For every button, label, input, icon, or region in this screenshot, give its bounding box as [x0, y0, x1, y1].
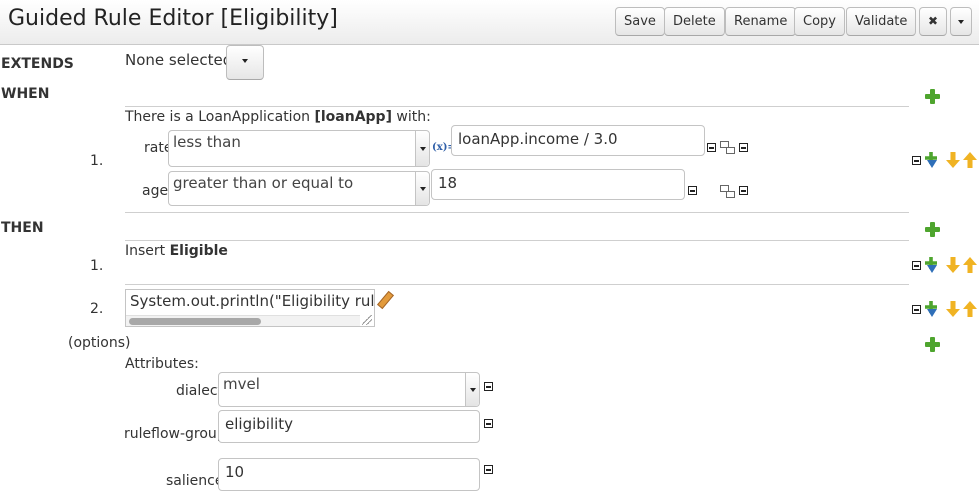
pattern-description: There is a LoanApplication [loanApp] wit… — [125, 109, 431, 125]
age-operator-value: greater than or equal to — [173, 174, 354, 192]
arrow-up-icon[interactable] — [963, 152, 977, 168]
attribute-name-salience: salience — [166, 473, 224, 489]
chevron-down-icon — [415, 131, 429, 166]
pattern-prefix: There is a LoanApplication — [125, 109, 315, 125]
pencil-icon[interactable] — [376, 292, 394, 310]
remove-minus-icon[interactable] — [739, 143, 748, 152]
pattern-binding: [loanApp] — [314, 109, 392, 125]
attribute-name-dialect: dialect — [176, 383, 224, 399]
resize-handle-icon[interactable] — [362, 315, 372, 325]
remove-minus-icon[interactable] — [484, 465, 493, 474]
code-text: System.out.println("Eligibility rule: A — [130, 292, 375, 310]
options-label: (options) — [68, 335, 131, 351]
arrow-down-icon[interactable] — [946, 257, 960, 273]
arrow-up-icon[interactable] — [963, 257, 977, 273]
action-fact: Eligible — [169, 243, 228, 259]
extends-label: EXTENDS — [1, 56, 74, 72]
rate-value-input[interactable]: loanApp.income / 3.0 — [451, 125, 705, 156]
chevron-down-icon — [465, 373, 479, 406]
action-number: 1. — [90, 258, 104, 274]
attributes-label: Attributes: — [125, 356, 199, 372]
save-button[interactable]: Save — [615, 7, 665, 36]
remove-minus-icon[interactable] — [739, 186, 748, 195]
delete-button[interactable]: Delete — [664, 7, 725, 36]
add-attribute-plus-icon[interactable] — [925, 337, 940, 352]
remove-minus-icon[interactable] — [484, 382, 493, 391]
code-textarea[interactable]: System.out.println("Eligibility rule: A — [125, 289, 375, 327]
more-dropdown-button[interactable] — [950, 7, 972, 36]
arrow-down-icon[interactable] — [946, 301, 960, 317]
action-prefix: Insert — [125, 243, 170, 259]
remove-minus-icon[interactable] — [912, 156, 921, 165]
then-label: THEN — [1, 220, 44, 236]
remove-minus-icon[interactable] — [707, 143, 716, 152]
page-title: Guided Rule Editor [Eligibility] — [8, 6, 338, 31]
action-insert: Insert Eligible — [125, 243, 228, 259]
close-icon: ✖ — [927, 14, 939, 28]
salience-input[interactable]: 10 — [218, 458, 480, 491]
arrow-up-icon[interactable] — [963, 301, 977, 317]
insert-icon[interactable] — [923, 152, 939, 168]
caret-down-icon — [958, 19, 964, 24]
remove-minus-icon[interactable] — [484, 419, 493, 428]
dialect-value: mvel — [223, 375, 260, 393]
remove-minus-icon[interactable] — [912, 305, 921, 314]
validate-button[interactable]: Validate — [846, 7, 917, 36]
add-action-plus-icon[interactable] — [925, 222, 940, 237]
extends-dropdown-button[interactable] — [226, 45, 264, 80]
attribute-name-ruleflow-group: ruleflow-group — [124, 426, 226, 442]
pattern-suffix: with: — [391, 109, 431, 125]
dialect-select[interactable]: mvel — [218, 372, 480, 407]
age-operator-select[interactable]: greater than or equal to — [168, 171, 430, 206]
copy-button[interactable]: Copy — [794, 7, 845, 36]
insert-icon[interactable] — [923, 257, 939, 273]
horizontal-scrollbar[interactable] — [126, 315, 360, 326]
rename-button[interactable]: Rename — [725, 7, 797, 36]
close-button[interactable]: ✖ — [919, 7, 947, 36]
extends-value: None selected — [125, 51, 233, 69]
scrollbar-thumb[interactable] — [129, 318, 261, 325]
rate-operator-select[interactable]: less than — [168, 130, 430, 167]
caret-down-icon — [242, 59, 248, 63]
when-label: WHEN — [1, 86, 50, 102]
chevron-down-icon — [415, 172, 429, 205]
expand-icon[interactable] — [720, 139, 736, 155]
age-value-input[interactable]: 18 — [431, 169, 685, 200]
insert-icon[interactable] — [923, 301, 939, 317]
divider — [125, 212, 909, 213]
divider — [125, 284, 909, 285]
remove-minus-icon[interactable] — [688, 186, 697, 195]
remove-minus-icon[interactable] — [912, 261, 921, 270]
divider — [125, 240, 909, 241]
arrow-down-icon[interactable] — [946, 152, 960, 168]
ruleflow-group-input[interactable]: eligibility — [218, 410, 480, 443]
condition-number: 1. — [90, 153, 104, 169]
constraint-field-age: age — [142, 183, 169, 199]
expand-icon[interactable] — [720, 183, 736, 199]
divider — [125, 106, 909, 107]
rate-operator-value: less than — [173, 133, 241, 151]
add-condition-plus-icon[interactable] — [925, 89, 940, 104]
editor-header: Guided Rule Editor [Eligibility] Save De… — [0, 0, 979, 45]
action-number: 2. — [90, 301, 104, 317]
